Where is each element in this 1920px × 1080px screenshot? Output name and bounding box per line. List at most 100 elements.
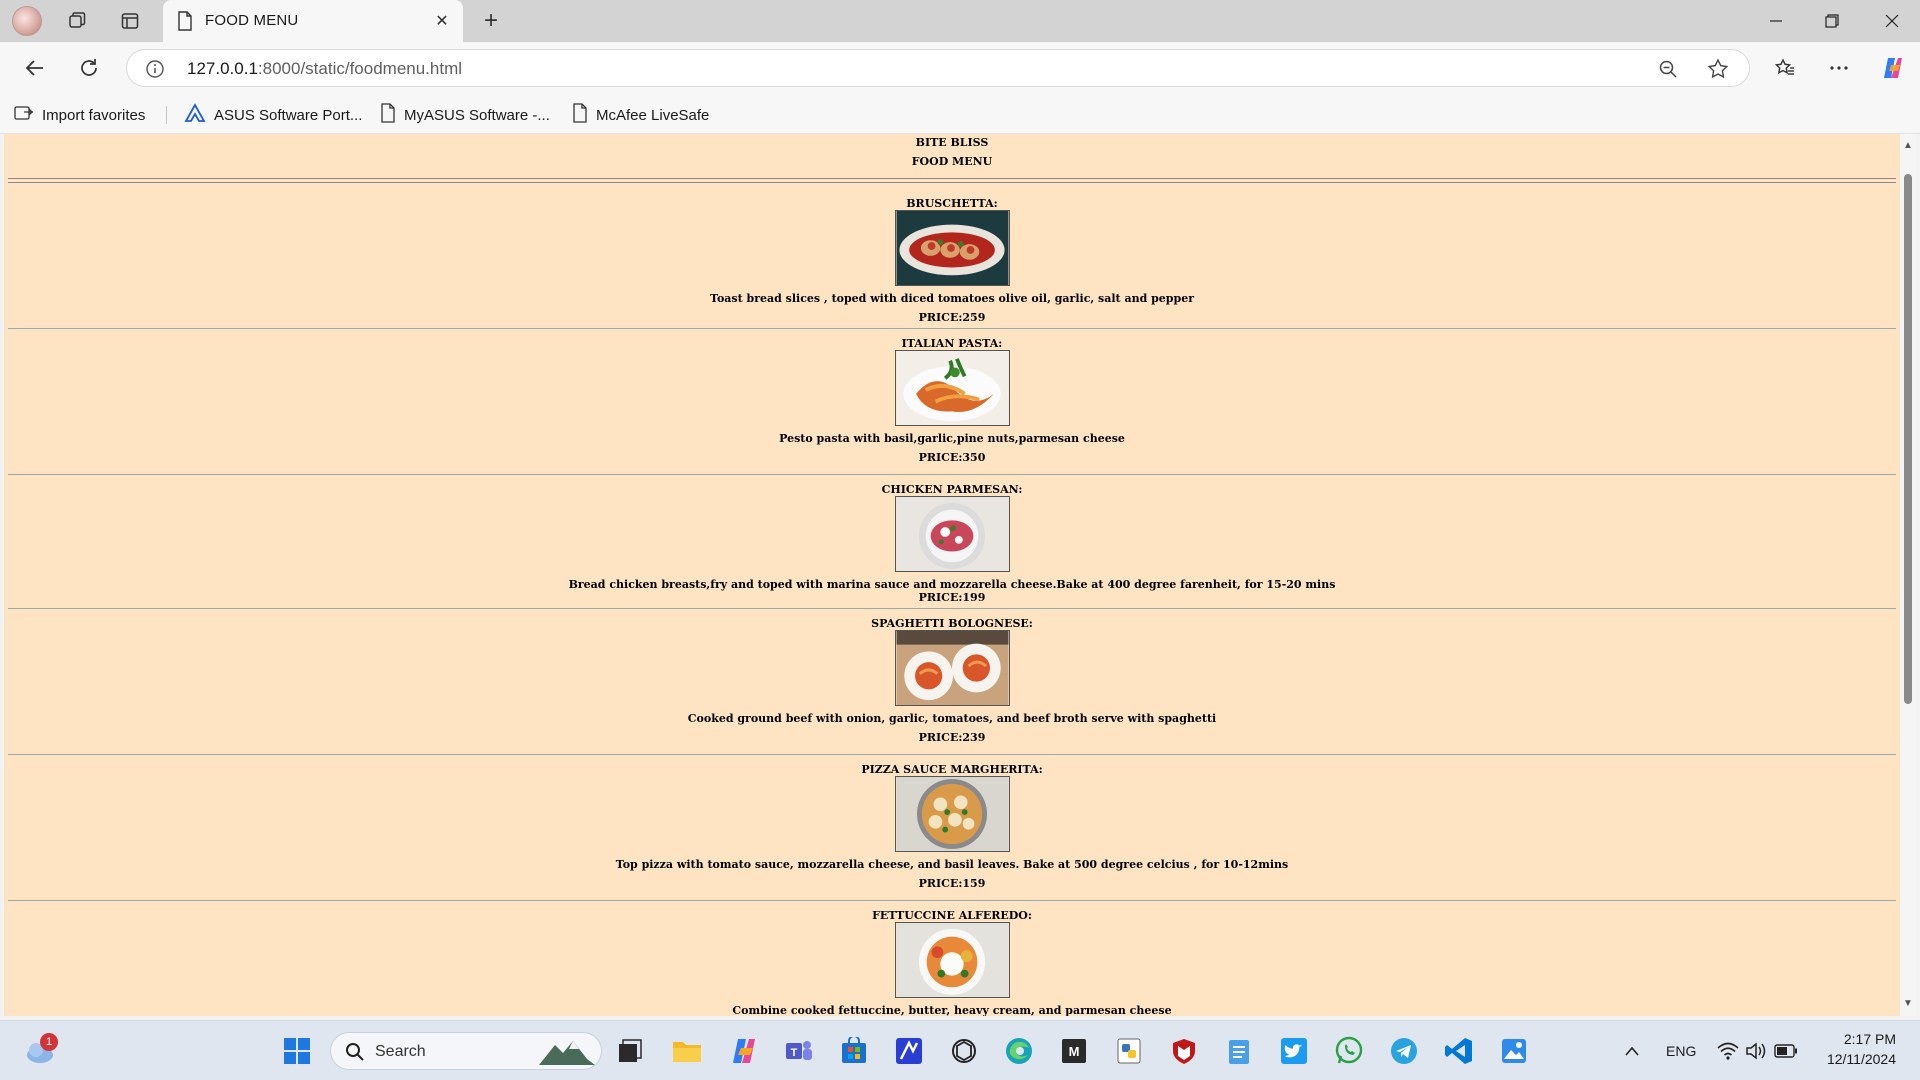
mcafee-icon[interactable] [1168, 1035, 1200, 1067]
menu-item-price: PRICE:159 [918, 877, 986, 890]
menu-item-description: Toast bread slices , toped with diced to… [710, 292, 1194, 305]
page-icon [572, 103, 588, 127]
menu-item-price: PRICE:259 [918, 311, 986, 324]
python-editor-icon[interactable] [1113, 1035, 1145, 1067]
scroll-up-icon[interactable]: ▲ [1902, 140, 1914, 152]
scroll-down-icon[interactable]: ▼ [1902, 998, 1914, 1010]
restaurant-name: BITE BLISS [915, 136, 989, 149]
menu-item-name: PIZZA SAUCE MARGHERITA: [861, 763, 1043, 776]
spaghetti-bolognese-image [894, 630, 1010, 706]
menu-item-fettuccine-alfredo: FETTUCCINE ALFEREDO: Combine cooked fett… [8, 901, 1896, 1016]
volume-icon[interactable] [1740, 1035, 1772, 1067]
restore-button[interactable] [1804, 0, 1860, 42]
medium-app-icon[interactable]: M [1058, 1035, 1090, 1067]
photos-icon[interactable] [1498, 1035, 1530, 1067]
favorites-divider [166, 106, 167, 124]
edge-browser-icon[interactable] [1003, 1035, 1035, 1067]
chicken-parmesan-image [894, 496, 1010, 572]
teams-icon[interactable]: T [783, 1035, 815, 1067]
menu-item-name: BRUSCHETTA: [906, 197, 998, 210]
clock-time[interactable]: 2:17 PM [1836, 1031, 1896, 1047]
back-button[interactable] [18, 52, 52, 84]
menu-item-name: ITALIAN PASTA: [901, 337, 1003, 350]
bruschetta-image [894, 210, 1010, 286]
menu-item-price: PRICE:239 [918, 731, 986, 744]
search-highlight-icon [537, 1037, 597, 1072]
telegram-icon[interactable] [1388, 1035, 1420, 1067]
menu-item-price: PRICE:350 [918, 451, 986, 464]
vertical-tabs-icon[interactable] [115, 7, 145, 35]
page-icon [380, 103, 396, 127]
pizza-margherita-image [894, 776, 1010, 852]
page-scrollbar[interactable]: ▲ ▼ [1900, 134, 1916, 1016]
more-options-icon[interactable] [1822, 52, 1856, 84]
tab-title: FOOD MENU [205, 12, 299, 29]
favorite-asus[interactable]: ASUS Software Port... [184, 103, 362, 127]
page-title: FOOD MENU [911, 155, 993, 168]
notepad-icon[interactable] [1223, 1035, 1255, 1067]
clock-date[interactable]: 12/11/2024 [1818, 1051, 1896, 1067]
tab-food-menu[interactable]: FOOD MENU ✕ [163, 0, 463, 42]
refresh-button[interactable] [72, 52, 106, 84]
svg-text:T: T [791, 1047, 798, 1059]
close-window-button[interactable] [1864, 0, 1920, 42]
zoom-icon[interactable] [1655, 58, 1681, 80]
page-viewport: BITE BLISS FOOD MENU BRUSCHETTA: Toast b… [4, 134, 1900, 1016]
menu-item-description: Bread chicken breasts,fry and toped with… [568, 578, 1336, 591]
browser-titlebar: FOOD MENU ✕ + [0, 0, 1920, 42]
microsoft-store-icon[interactable] [838, 1035, 870, 1067]
taskbar-search[interactable]: Search [330, 1032, 602, 1070]
workspaces-icon[interactable] [62, 7, 92, 35]
menu-item-name: FETTUCCINE ALFEREDO: [872, 909, 1032, 922]
whatsapp-icon[interactable] [1333, 1035, 1365, 1067]
address-bar[interactable]: 127.0.0.1:8000/static/foodmenu.html [126, 49, 1750, 87]
search-label: Search [375, 1043, 426, 1060]
close-tab-icon[interactable]: ✕ [431, 10, 453, 32]
copilot-app-icon[interactable] [728, 1035, 760, 1067]
twitter-icon[interactable] [1278, 1035, 1310, 1067]
weather-badge: 1 [40, 1033, 58, 1051]
copilot-icon[interactable] [1876, 52, 1910, 84]
menu-item-description: Pesto pasta with basil,garlic,pine nuts,… [779, 432, 1125, 445]
menu-item-price: PRICE:199 [918, 591, 986, 604]
menu-item-description: Cooked ground beef with onion, garlic, t… [687, 712, 1217, 725]
menu-item-name: CHICKEN PARMESAN: [881, 483, 1023, 496]
menu-item-spaghetti-bolognese: SPAGHETTI BOLOGNESE: Cooked ground beef … [8, 609, 1896, 755]
menu-item-description: Top pizza with tomato sauce, mozzarella … [615, 858, 1289, 871]
language-indicator[interactable]: ENG [1666, 1043, 1696, 1059]
italian-pasta-image [894, 350, 1010, 426]
chatgpt-icon[interactable] [948, 1035, 980, 1067]
favorites-bar: Import favorites ASUS Software Port... M… [0, 94, 1920, 134]
favorite-import[interactable]: Import favorites [14, 103, 145, 127]
menu-item-bruschetta: BRUSCHETTA: Toast bread slices , toped w… [8, 183, 1896, 329]
scrollbar-thumb[interactable] [1904, 174, 1912, 704]
start-icon[interactable] [281, 1035, 313, 1067]
battery-icon[interactable] [1770, 1035, 1802, 1067]
search-icon [345, 1042, 365, 1067]
favorite-star-icon[interactable] [1705, 58, 1731, 80]
page-icon [177, 11, 193, 36]
menu-item-italian-pasta: ITALIAN PASTA: Pesto pasta with basil,ga… [8, 329, 1896, 475]
favorite-mcafee[interactable]: McAfee LiveSafe [572, 103, 709, 127]
menu-item-description: Combine cooked fettuccine, butter, heavy… [732, 1004, 1172, 1016]
file-explorer-icon[interactable] [671, 1035, 703, 1067]
show-hidden-icons[interactable] [1616, 1035, 1648, 1067]
fettuccine-alfredo-image [894, 922, 1010, 998]
favorite-myasus[interactable]: MyASUS Software -... [380, 103, 550, 127]
profile-avatar[interactable] [12, 6, 42, 36]
site-info-icon[interactable] [145, 59, 165, 79]
favorites-icon[interactable] [1768, 52, 1802, 84]
svg-text:M: M [1069, 1044, 1080, 1059]
menu-item-chicken-parmesan: CHICKEN PARMESAN: Bread chicken breasts,… [8, 475, 1896, 609]
minimize-button[interactable] [1748, 0, 1804, 42]
asus-app-icon[interactable] [893, 1035, 925, 1067]
page-header: BITE BLISS FOOD MENU [4, 134, 1900, 183]
import-icon [14, 104, 34, 126]
menu-item-pizza-margherita: PIZZA SAUCE MARGHERITA: Top pizza with t… [8, 755, 1896, 901]
task-view-icon[interactable] [614, 1035, 646, 1067]
url-text[interactable]: 127.0.0.1:8000/static/foodmenu.html [187, 59, 462, 79]
asus-logo-icon [184, 103, 206, 127]
vscode-icon[interactable] [1443, 1035, 1475, 1067]
new-tab-button[interactable]: + [476, 7, 506, 35]
browser-toolbar: 127.0.0.1:8000/static/foodmenu.html [0, 42, 1920, 94]
